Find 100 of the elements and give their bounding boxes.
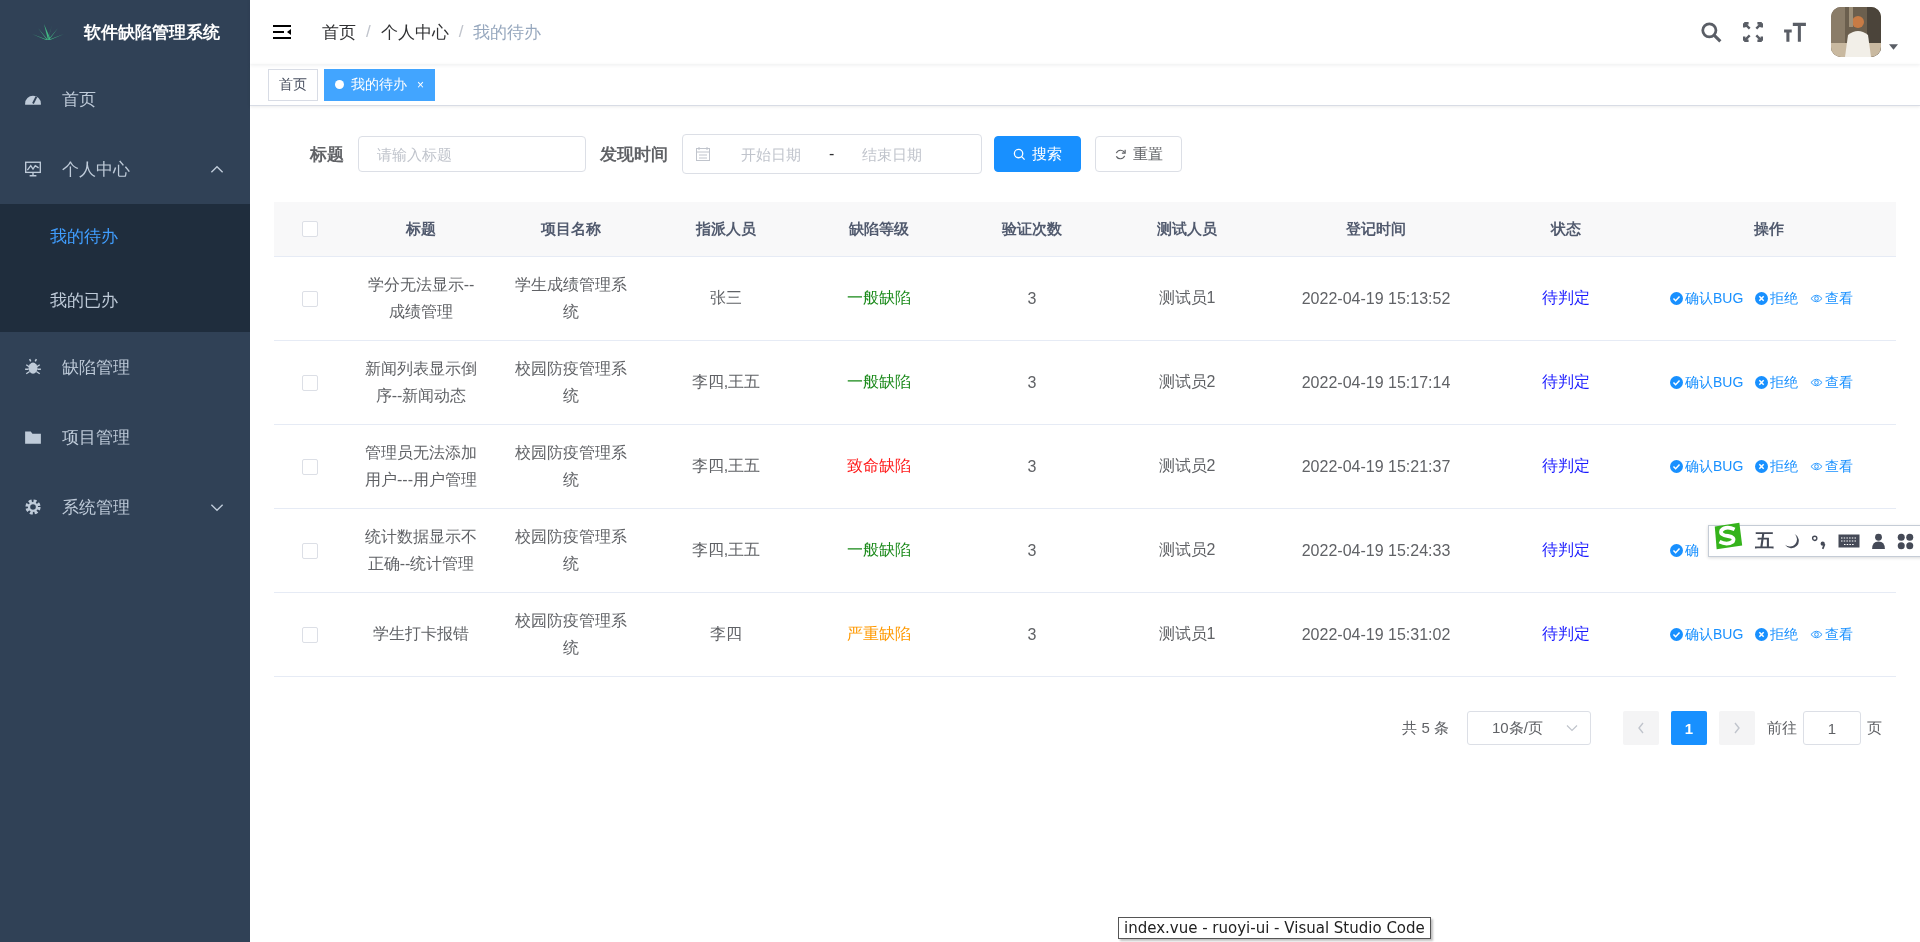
menu-icon[interactable] <box>272 24 292 40</box>
check-circle-icon <box>1670 628 1683 641</box>
table-cell-text: 李四 <box>710 624 742 644</box>
view-link[interactable]: 查看 <box>1810 289 1854 308</box>
row-checkbox[interactable] <box>302 458 318 475</box>
user-icon[interactable] <box>1870 532 1887 550</box>
submenu-item[interactable]: 我的待办 <box>0 204 250 268</box>
title-input[interactable]: 请输入标题 <box>358 136 586 172</box>
menu-item[interactable]: 项目管理 <box>0 402 250 472</box>
select-all-checkbox[interactable] <box>302 221 318 237</box>
confirm-link[interactable]: 确认BUG <box>1670 457 1744 476</box>
table-cell-text: 测试员1 <box>1158 288 1216 308</box>
column-header: 缺陷等级 <box>848 219 910 239</box>
total-count: 共 5 条 <box>1402 718 1449 738</box>
window-tooltip: index.vue - ruoyi-ui - Visual Studio Code <box>1118 917 1431 939</box>
menu-item[interactable]: 系统管理 <box>0 472 250 542</box>
close-circle-icon <box>1755 376 1769 389</box>
status-label: 待判定 <box>1542 372 1590 392</box>
reset-button[interactable]: 重置 <box>1095 136 1182 172</box>
search-button[interactable]: 搜索 <box>994 136 1081 172</box>
breadcrumb-item[interactable]: 个人中心 <box>380 20 449 44</box>
app-title: 软件缺陷管理系统 <box>84 21 220 44</box>
field-label: 发现时间 <box>600 143 668 166</box>
table-cell-text: 校园防疫管理系统 <box>514 527 628 574</box>
breadcrumb-separator: / <box>366 22 371 42</box>
confirm-link[interactable]: 确认BUG <box>1670 625 1744 644</box>
severity-label: 一般缺陷 <box>847 288 911 308</box>
reject-link[interactable]: 拒绝 <box>1755 625 1799 644</box>
table-cell: 3 <box>1027 289 1037 308</box>
breadcrumb-separator: / <box>458 22 464 42</box>
view-link[interactable]: 查看 <box>1810 373 1854 392</box>
view-link[interactable]: 查看 <box>1810 457 1854 476</box>
keyboard-icon[interactable] <box>1838 534 1860 548</box>
chevron-left-icon <box>1637 722 1645 734</box>
table-cell-text: 校园防疫管理系统 <box>514 611 628 658</box>
page-input[interactable]: 1 <box>1803 711 1861 745</box>
submenu-item[interactable]: 我的已办 <box>0 268 250 332</box>
page-tab[interactable]: 首页 <box>268 68 318 101</box>
reject-link[interactable]: 拒绝 <box>1755 373 1799 392</box>
column-header: 登记时间 <box>1345 219 1407 239</box>
breadcrumb-item[interactable]: 首页 <box>322 20 356 44</box>
confirm-link[interactable]: 确认BUG <box>1670 373 1744 392</box>
breadcrumb-item[interactable]: 我的待办 <box>473 20 542 44</box>
goto-label: 前往 <box>1767 718 1797 738</box>
table-cell: 2022-04-19 15:21:37 <box>1301 457 1451 476</box>
field-label: 标题 <box>310 143 344 166</box>
severity-label: 严重缺陷 <box>847 624 911 644</box>
table-cell-text: 校园防疫管理系统 <box>514 443 628 490</box>
check-circle-icon <box>1670 292 1683 305</box>
row-checkbox[interactable] <box>302 626 318 643</box>
column-header: 标题 <box>404 219 437 239</box>
status-label: 待判定 <box>1542 456 1590 476</box>
search-icon[interactable] <box>1699 21 1723 43</box>
status-label: 待判定 <box>1542 624 1590 644</box>
confirm-link[interactable]: 确认BUG <box>1670 289 1744 308</box>
column-header: 操作 <box>1753 219 1785 239</box>
close-circle-icon <box>1755 460 1769 473</box>
page-tab[interactable]: 我的待办 × <box>324 68 435 101</box>
reject-link[interactable]: 拒绝 <box>1755 289 1799 308</box>
view-link[interactable]: 查看 <box>1810 625 1854 644</box>
menu-item[interactable]: 首页 <box>0 64 250 134</box>
severity-label: 一般缺陷 <box>847 540 911 560</box>
table-cell-text: 测试员2 <box>1158 372 1216 392</box>
font-size-icon[interactable] <box>1783 21 1807 43</box>
menu-item[interactable]: 个人中心 <box>0 134 250 204</box>
fullscreen-icon[interactable] <box>1741 21 1765 43</box>
confirm-link[interactable]: 确 <box>1670 541 1699 560</box>
close-circle-icon <box>1755 628 1769 641</box>
column-header: 项目名称 <box>540 219 602 239</box>
check-circle-icon <box>1670 376 1683 389</box>
row-checkbox[interactable] <box>302 374 318 391</box>
table-cell-text: 新闻列表显示倒序--新闻动态 <box>364 359 478 406</box>
page-unit-label: 页 <box>1867 718 1882 738</box>
table-cell-text: 李四,王五 <box>691 372 761 392</box>
reject-link[interactable]: 拒绝 <box>1755 457 1799 476</box>
folder-icon <box>24 428 42 446</box>
table-cell-text: 测试员2 <box>1158 540 1216 560</box>
menu-item[interactable]: 缺陷管理 <box>0 332 250 402</box>
table-cell-text: 李四,王五 <box>691 456 761 476</box>
table-cell-text: 学生成绩管理系统 <box>514 275 628 322</box>
column-header: 测试人员 <box>1156 219 1218 239</box>
column-header: 状态 <box>1549 219 1582 239</box>
table-cell: 3 <box>1027 373 1037 392</box>
table-cell: 3 <box>1027 457 1037 476</box>
bug-icon <box>24 358 42 376</box>
page-size-select[interactable]: 10条/页 <box>1467 711 1591 745</box>
grid-icon[interactable] <box>1897 532 1914 550</box>
calendar-icon <box>695 146 711 162</box>
eye-icon <box>1810 292 1824 305</box>
eye-icon <box>1810 376 1824 389</box>
gear-icon <box>24 498 42 516</box>
table-cell-text: 统计数据显示不正确--统计管理 <box>364 527 478 574</box>
row-checkbox[interactable] <box>302 290 318 307</box>
status-label: 待判定 <box>1542 288 1590 308</box>
input-mode-label[interactable]: 五 <box>1755 528 1774 554</box>
caret-icon[interactable] <box>1889 44 1898 50</box>
eye-icon <box>1810 628 1824 641</box>
table-cell-text: 管理员无法添加用户---用户管理 <box>364 443 478 490</box>
row-checkbox[interactable] <box>302 542 318 559</box>
page-number-button[interactable]: 1 <box>1671 711 1707 745</box>
